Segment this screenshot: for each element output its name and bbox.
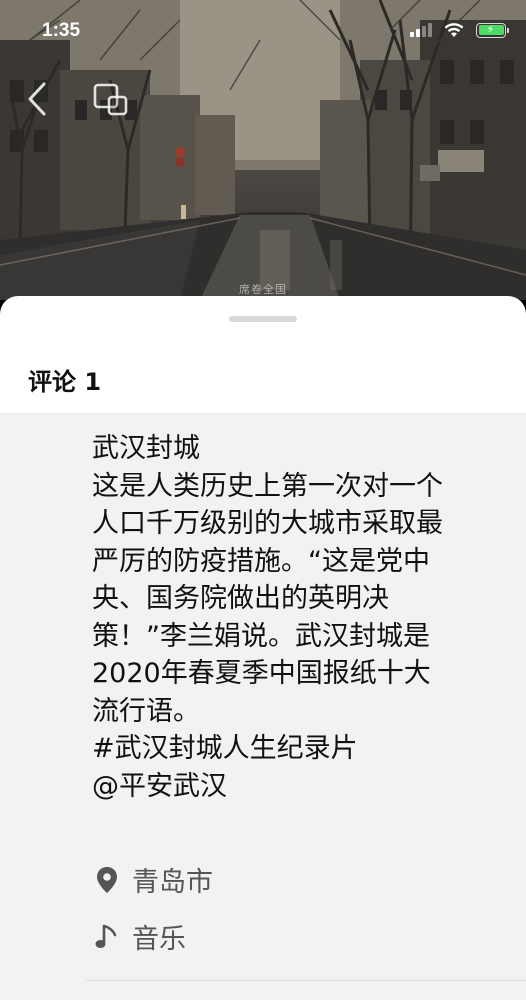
- status-time: 1:35: [42, 20, 81, 41]
- post-body-line: 这是人类历史上第一次对一个: [92, 470, 443, 502]
- post-description: 武汉封城 这是人类历史上第一次对一个 人口千万级别的大城市采取最 严厉的防疫措施…: [92, 430, 502, 805]
- post-body-line: 2020年春夏季中国报纸十大: [92, 658, 431, 689]
- battery-icon: ⚡: [476, 22, 509, 38]
- location-pin-icon: [94, 865, 120, 895]
- wifi-icon: [444, 23, 464, 37]
- sheet-grabber-handle[interactable]: [229, 316, 297, 322]
- music-row[interactable]: 音乐: [94, 917, 186, 956]
- post-detail-panel: 武汉封城 这是人类历史上第一次对一个 人口千万级别的大城市采取最 严厉的防疫措施…: [0, 414, 526, 1000]
- comments-sheet: 评论 1 武汉封城 这是人类历史上第一次对一个 人口千万级别的大城市采取最 严厉…: [0, 296, 526, 1000]
- cellular-signal-icon: [410, 23, 432, 37]
- music-note-icon: [94, 922, 120, 952]
- status-indicators: ⚡: [410, 22, 509, 38]
- music-label: 音乐: [132, 924, 186, 955]
- post-body-line: 人口千万级别的大城市采取最: [92, 508, 443, 539]
- mention-link[interactable]: @平安武汉: [92, 768, 502, 806]
- post-body-line: 策！”李兰娟说。武汉封城是: [92, 620, 430, 652]
- post-title-line: 武汉封城: [92, 433, 200, 464]
- chevron-left-icon[interactable]: [24, 80, 50, 118]
- divider: [86, 980, 526, 981]
- post-body-line: 流行语。: [92, 695, 200, 727]
- picture-in-picture-icon[interactable]: [92, 82, 130, 118]
- hashtag-link[interactable]: #武汉封城人生纪录片: [92, 730, 502, 768]
- location-row[interactable]: 青岛市: [94, 860, 213, 899]
- location-label: 青岛市: [132, 867, 213, 898]
- post-body-line: 央、国务院做出的英明决: [92, 583, 389, 614]
- post-body-line: 严厉的防疫措施。“这是党中: [92, 545, 430, 577]
- video-watermark: 席卷全国: [239, 283, 287, 296]
- comments-title: 评论 1: [28, 368, 102, 396]
- status-bar: 1:35 ⚡: [0, 0, 526, 60]
